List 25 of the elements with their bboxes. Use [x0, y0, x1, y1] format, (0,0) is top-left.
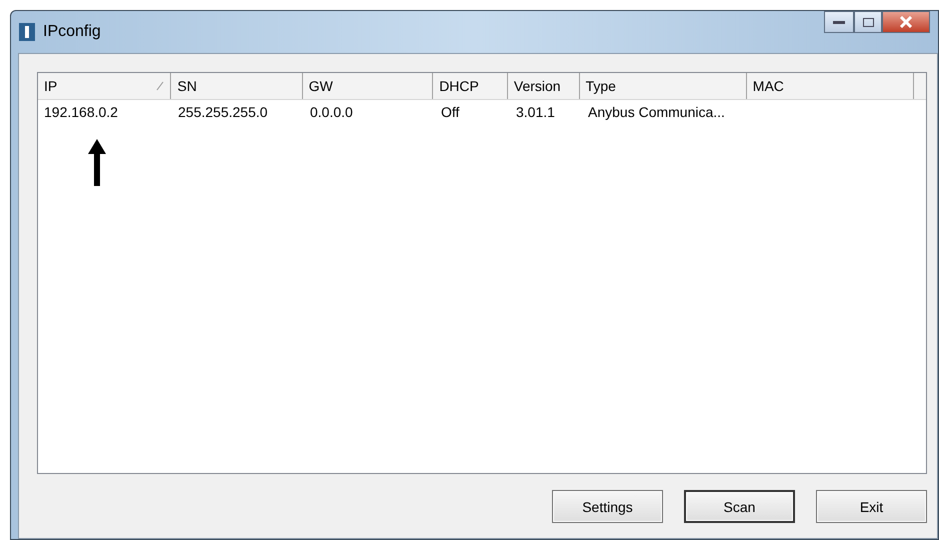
column-header[interactable]: MAC [746, 73, 914, 99]
dialog-button[interactable]: Exit [816, 490, 927, 523]
close-button[interactable] [882, 11, 930, 33]
column-header[interactable]: SN [171, 73, 303, 99]
maximize-icon [862, 18, 874, 26]
dialog-button[interactable]: Settings [552, 490, 663, 523]
minimize-button[interactable] [824, 11, 854, 33]
column-header[interactable]: Type [580, 73, 747, 99]
column-header[interactable]: IP [38, 73, 172, 99]
arrow-drawing [87, 139, 107, 186]
table-cell-text: 0.0.0.0 [309, 103, 354, 122]
column-header[interactable]: GW [302, 73, 434, 99]
column-header[interactable]: Version [508, 73, 580, 99]
table-cell-text: 255.255.255.0 [177, 103, 269, 122]
app-icon [19, 23, 35, 41]
table-cell-text: 192.168.0.2 [43, 103, 119, 122]
maximize-button[interactable] [854, 11, 882, 33]
table-cell-text: 3.01.1 [515, 103, 556, 122]
table-cell-text: Anybus Communica... [587, 103, 726, 122]
window-title: IPconfig [43, 23, 101, 41]
close-icon [899, 16, 913, 28]
minimize-icon [833, 20, 845, 24]
table-cell-text: Off [440, 103, 460, 122]
dialog-button[interactable]: Scan [684, 490, 795, 523]
column-header[interactable]: DHCP [433, 73, 508, 99]
